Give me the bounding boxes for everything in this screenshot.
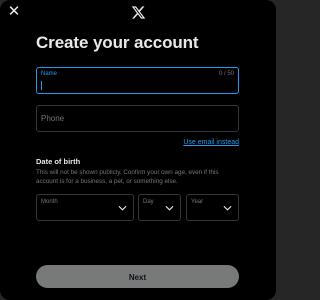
close-icon[interactable]: ✕: [7, 4, 21, 19]
x-logo-icon: [131, 6, 146, 19]
page-title: Create your account: [36, 33, 199, 52]
dob-description: This will not be shown publicly. Confirm…: [36, 169, 219, 185]
day-select[interactable]: Day: [138, 194, 181, 221]
year-select[interactable]: Year: [186, 194, 239, 221]
name-field-label: Name: [41, 71, 58, 77]
use-email-instead-link[interactable]: Use email instead: [183, 139, 239, 146]
name-char-counter: 0 / 50: [218, 71, 234, 77]
phone-input[interactable]: Phone: [36, 105, 239, 132]
month-label: Month: [41, 199, 58, 205]
next-button[interactable]: Next: [36, 265, 239, 288]
chevron-down-icon: [118, 205, 127, 211]
name-input[interactable]: Name 0 / 50: [36, 67, 239, 94]
phone-placeholder: Phone: [41, 114, 65, 123]
month-select[interactable]: Month: [36, 194, 134, 221]
chevron-down-icon: [223, 205, 232, 211]
dob-heading: Date of birth: [36, 157, 81, 166]
text-caret: [41, 81, 42, 90]
chevron-down-icon: [165, 205, 174, 211]
year-label: Year: [191, 199, 204, 205]
day-label: Day: [143, 199, 154, 205]
signup-modal: ✕ Create your account Name 0 / 50 Phone …: [0, 0, 276, 300]
